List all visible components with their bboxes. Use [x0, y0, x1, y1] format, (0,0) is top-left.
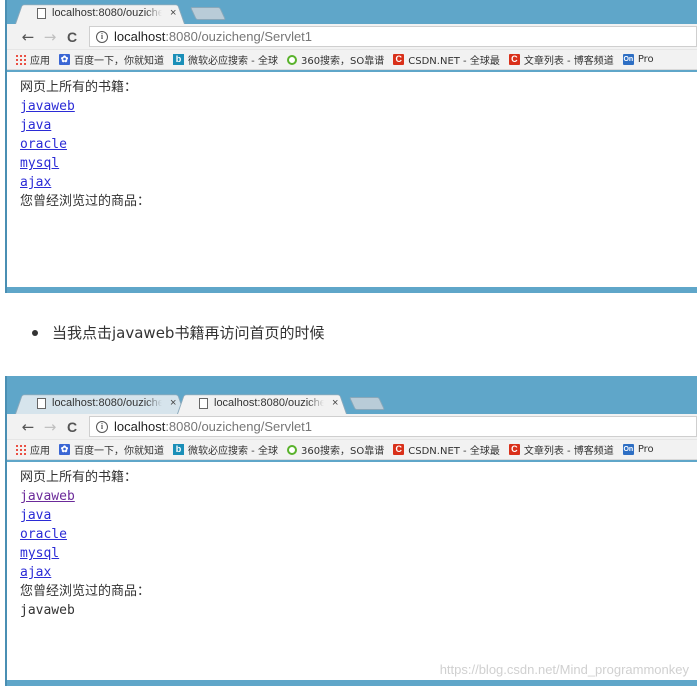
new-tab-button[interactable]	[348, 397, 386, 410]
caption-text: 当我点击javaweb书籍再访问首页的时候	[52, 324, 325, 342]
close-icon[interactable]: ×	[332, 397, 338, 409]
book-link-javaweb[interactable]: javaweb	[20, 97, 75, 116]
bookmark-pro[interactable]: On Pro	[622, 54, 654, 65]
history-item: javaweb	[20, 603, 75, 618]
book-link-javaweb[interactable]: javaweb	[20, 487, 75, 506]
url-path: :8080/ouzicheng/Servlet1	[165, 419, 313, 434]
bookmark-label: 360搜索，SO靠谱	[300, 56, 385, 67]
tab-inactive[interactable]: localhost:8080/ouziche ×	[15, 392, 185, 414]
book-link-oracle[interactable]: oracle	[20, 525, 67, 544]
book-link-mysql[interactable]: mysql	[20, 544, 59, 563]
bullet-icon	[32, 329, 38, 336]
apps-icon	[15, 54, 26, 65]
bookmarks-bar: 应用 ✿ 百度一下，你就知道 b 微软必应搜索 - 全球 360搜索，SO靠谱 CC…	[7, 440, 697, 460]
book-link-ajax[interactable]: ajax	[20, 563, 51, 582]
info-icon[interactable]: i	[96, 30, 108, 43]
page-icon	[37, 397, 46, 409]
tab-active[interactable]: localhost:8080/ouziche ×	[177, 392, 347, 414]
tab-strip: localhost:8080/ouziche × localhost:8080/…	[7, 376, 697, 414]
bookmark-baidu[interactable]: ✿ 百度一下，你就知道	[59, 442, 164, 457]
csdn-icon: C	[508, 54, 520, 65]
back-arrow-icon[interactable]: ←	[17, 28, 39, 46]
books-heading: 网页上所有的书籍：	[20, 470, 138, 485]
browser-toolbar: ← → C i localhost:8080/ouzicheng/Servlet…	[7, 24, 697, 50]
bookmark-label: 应用	[30, 56, 50, 67]
tab-title: localhost:8080/ouziche	[52, 7, 162, 19]
bookmark-label: 应用	[30, 446, 50, 457]
bookmark-articles[interactable]: C 文章列表 - 博客频道	[508, 52, 614, 67]
apps-icon	[15, 444, 26, 455]
bookmark-label: 文章列表 - 博客频道	[523, 446, 614, 457]
reload-icon[interactable]: C	[61, 419, 83, 435]
bookmark-label: CSDN.NET - 全球最	[408, 56, 500, 67]
bookmark-label: Pro	[637, 444, 654, 455]
history-heading: 您曾经浏览过的商品：	[20, 584, 151, 599]
address-bar[interactable]: i localhost:8080/ouzicheng/Servlet1	[89, 416, 697, 437]
bookmark-label: 文章列表 - 博客频道	[523, 56, 614, 67]
book-link-java[interactable]: java	[20, 506, 51, 525]
url-path: :8080/ouzicheng/Servlet1	[165, 29, 313, 44]
forward-arrow-icon[interactable]: →	[39, 28, 61, 46]
on-icon: On	[622, 54, 634, 65]
bookmark-apps[interactable]: 应用	[15, 52, 50, 67]
book-link-oracle[interactable]: oracle	[20, 135, 67, 154]
bookmark-apps[interactable]: 应用	[15, 442, 50, 457]
bookmark-bing[interactable]: b 微软必应搜索 - 全球	[173, 52, 278, 67]
info-icon[interactable]: i	[96, 420, 108, 433]
bookmark-label: 微软必应搜索 - 全球	[188, 446, 278, 457]
book-link-mysql[interactable]: mysql	[20, 154, 59, 173]
bookmark-label: 百度一下，你就知道	[74, 446, 164, 457]
close-icon[interactable]: ×	[170, 397, 176, 409]
page-icon	[37, 7, 46, 19]
new-tab-button[interactable]	[189, 7, 227, 20]
bookmarks-bar: 应用 ✿ 百度一下，你就知道 b 微软必应搜索 - 全球 360搜索，SO靠谱 CC…	[7, 50, 697, 70]
bookmark-label: CSDN.NET - 全球最	[408, 446, 500, 457]
books-heading: 网页上所有的书籍：	[20, 80, 138, 95]
bookmark-label: 微软必应搜索 - 全球	[188, 56, 278, 67]
url-host: localhost	[114, 419, 166, 434]
bookmark-csdn[interactable]: C CSDN.NET - 全球最	[393, 52, 500, 67]
forward-arrow-icon[interactable]: →	[39, 418, 61, 436]
url-host: localhost	[114, 29, 166, 44]
address-bar[interactable]: i localhost:8080/ouzicheng/Servlet1	[89, 26, 697, 47]
bookmark-pro[interactable]: On Pro	[622, 444, 654, 455]
bookmark-baidu[interactable]: ✿ 百度一下，你就知道	[59, 52, 164, 67]
bookmark-360[interactable]: 360搜索，SO靠谱	[286, 52, 385, 67]
book-link-java[interactable]: java	[20, 116, 51, 135]
page-content: 网页上所有的书籍： javaweb java oracle mysql ajax…	[7, 462, 697, 680]
browser-screenshot-1: localhost:8080/ouziche × ← → C i localho…	[5, 0, 697, 293]
bing-icon: b	[173, 54, 184, 65]
on-icon: On	[622, 444, 634, 455]
tab-title: localhost:8080/ouziche	[214, 397, 324, 409]
csdn-icon: C	[393, 54, 405, 65]
tab-title: localhost:8080/ouziche	[52, 397, 162, 409]
book-link-ajax[interactable]: ajax	[20, 173, 51, 192]
browser-screenshot-2: localhost:8080/ouziche × localhost:8080/…	[5, 376, 697, 686]
so-icon	[286, 54, 297, 65]
csdn-icon: C	[508, 444, 520, 455]
browser-toolbar: ← → C i localhost:8080/ouzicheng/Servlet…	[7, 414, 697, 440]
caption-list-item: 当我点击javaweb书籍再访问首页的时候	[32, 322, 324, 343]
page-icon	[199, 397, 208, 409]
baidu-icon: ✿	[59, 54, 70, 65]
bookmark-label: Pro	[637, 54, 654, 65]
reload-icon[interactable]: C	[61, 29, 83, 45]
back-arrow-icon[interactable]: ←	[17, 418, 39, 436]
baidu-icon: ✿	[59, 444, 70, 455]
csdn-icon: C	[393, 444, 405, 455]
tab-active[interactable]: localhost:8080/ouziche ×	[15, 2, 185, 24]
bookmark-label: 360搜索，SO靠谱	[300, 446, 385, 457]
history-heading: 您曾经浏览过的商品：	[20, 194, 151, 209]
bookmark-360[interactable]: 360搜索，SO靠谱	[286, 442, 385, 457]
bookmark-bing[interactable]: b 微软必应搜索 - 全球	[173, 442, 278, 457]
bookmark-label: 百度一下，你就知道	[74, 56, 164, 67]
bookmark-articles[interactable]: C 文章列表 - 博客频道	[508, 442, 614, 457]
tab-strip: localhost:8080/ouziche ×	[7, 0, 697, 24]
watermark: https://blog.csdn.net/Mind_programmonkey	[439, 662, 689, 677]
so-icon	[286, 444, 297, 455]
close-icon[interactable]: ×	[170, 7, 176, 19]
bing-icon: b	[173, 444, 184, 455]
bookmark-csdn[interactable]: C CSDN.NET - 全球最	[393, 442, 500, 457]
page-content: 网页上所有的书籍： javaweb java oracle mysql ajax…	[7, 72, 697, 287]
